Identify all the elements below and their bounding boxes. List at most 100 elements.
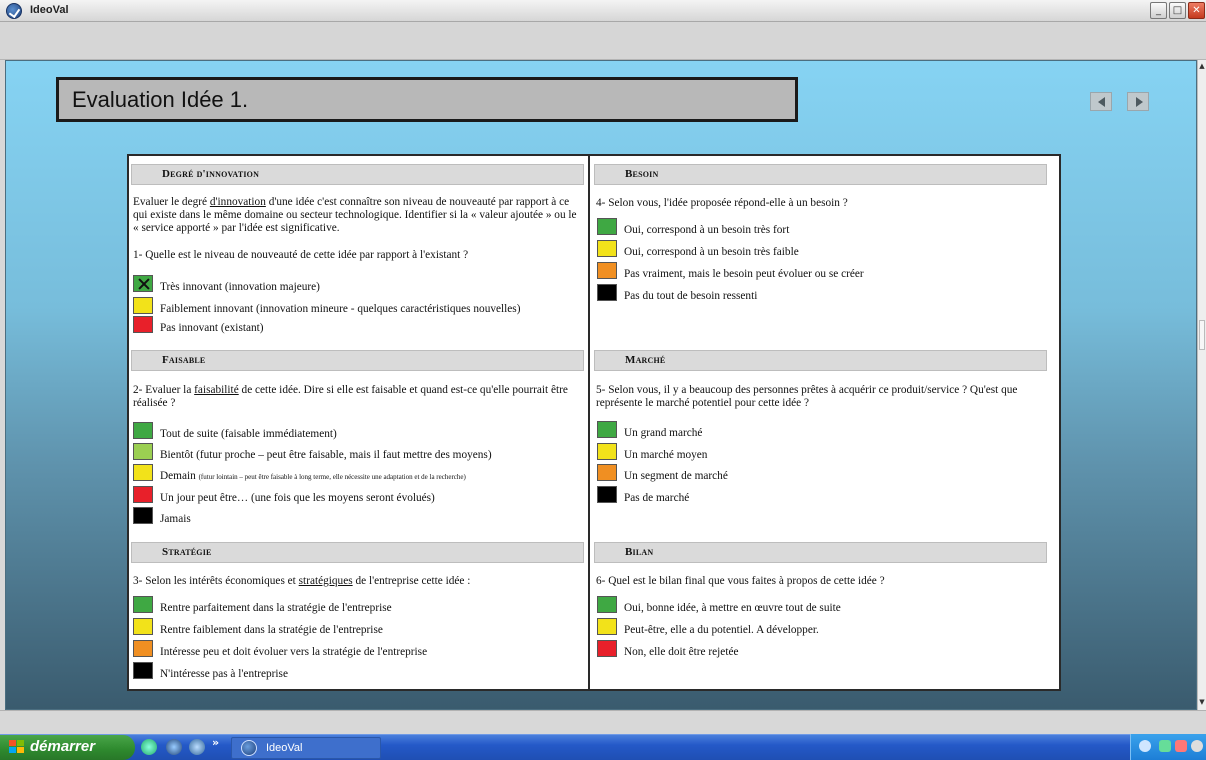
option-label: Un segment de marché [624, 470, 728, 482]
green-swatch[interactable] [597, 596, 617, 613]
option-label: N'intéresse pas à l'entreprise [160, 668, 288, 680]
question-5: 5- Selon vous, il y a beaucoup des perso… [596, 384, 1018, 409]
option-rejetee[interactable]: Non, elle doit être rejetée [597, 640, 1047, 660]
option-label: Oui, correspond à un besoin très fort [624, 224, 790, 236]
option-label: Pas de marché [624, 492, 690, 504]
lightgreen-swatch[interactable] [133, 443, 153, 460]
green-swatch[interactable] [597, 421, 617, 438]
option-label: Intéresse peu et doit évoluer vers la st… [160, 646, 428, 658]
option-segment-marche[interactable]: Un segment de marché [597, 464, 1047, 484]
section-header-innovation: Degré d'innovation [131, 164, 584, 185]
option-un-jour[interactable]: Un jour peut être… (une fois que les moy… [133, 486, 583, 506]
option-label: Rentre faiblement dans la stratégie de l… [160, 624, 383, 636]
green-swatch[interactable] [597, 218, 617, 235]
option-pas-de-besoin[interactable]: Pas du tout de besoin ressenti [597, 284, 1047, 304]
volume-icon[interactable] [1191, 740, 1203, 752]
option-label: Jamais [160, 513, 191, 525]
section-header-marche: Marché [594, 350, 1047, 371]
question-4: 4- Selon vous, l'idée proposée répond-el… [596, 197, 848, 209]
option-n-interesse-pas[interactable]: N'intéresse pas à l'entreprise [133, 662, 583, 682]
black-swatch[interactable] [597, 284, 617, 301]
option-label: Non, elle doit être rejetée [624, 646, 739, 658]
app-icon [6, 3, 22, 19]
option-label: Rentre parfaitement dans la stratégie de… [160, 602, 392, 614]
option-jamais[interactable]: Jamais [133, 507, 583, 527]
option-faiblement-innovant[interactable]: Faiblement innovant (innovation mineure … [133, 297, 583, 317]
black-swatch[interactable] [597, 486, 617, 503]
option-label: Tout de suite (faisable immédiatement) [160, 428, 337, 440]
network-icon[interactable] [1159, 740, 1171, 752]
black-swatch[interactable] [133, 662, 153, 679]
system-tray [1130, 734, 1206, 760]
option-grand-marche[interactable]: Un grand marché [597, 421, 1047, 441]
option-interesse-peu[interactable]: Intéresse peu et doit évoluer vers la st… [133, 640, 583, 660]
yellow-swatch[interactable] [133, 618, 153, 635]
quicklaunch-icon-1[interactable] [141, 739, 157, 755]
yellow-swatch[interactable] [597, 240, 617, 257]
orange-swatch[interactable] [133, 640, 153, 657]
scroll-thumb[interactable] [1199, 320, 1205, 350]
menu-strip [0, 22, 1206, 60]
option-besoin-tres-fort[interactable]: Oui, correspond à un besoin très fort [597, 218, 1047, 238]
minimize-button[interactable]: _ [1150, 2, 1167, 19]
option-label: Pas innovant (existant) [160, 322, 264, 334]
option-besoin-tres-faible[interactable]: Oui, correspond à un besoin très faible [597, 240, 1047, 260]
yellow-swatch[interactable] [133, 464, 153, 481]
green-swatch[interactable] [133, 596, 153, 613]
innovation-intro: Evaluer le degré d'innovation d'une idée… [133, 196, 583, 235]
next-page-button[interactable] [1127, 92, 1149, 111]
internet-explorer-icon[interactable] [166, 739, 182, 755]
ideoval-task-icon [241, 740, 257, 756]
option-bonne-idee[interactable]: Oui, bonne idée, à mettre en œuvre tout … [597, 596, 1047, 616]
section-header-besoin: Besoin [594, 164, 1047, 185]
option-pas-innovant[interactable]: Pas innovant (existant) [133, 316, 583, 336]
close-button[interactable]: ✕ [1188, 2, 1205, 19]
window-title: IdeoVal [30, 4, 69, 16]
checked-swatch-icon[interactable] [133, 275, 153, 292]
scroll-up-icon[interactable]: ▲ [1198, 60, 1206, 72]
option-pas-vraiment[interactable]: Pas vraiment, mais le besoin peut évolue… [597, 262, 1047, 282]
green-swatch[interactable] [133, 422, 153, 439]
option-label-small: (futur lointain – peut être faisable à l… [198, 473, 466, 481]
window-title-bar: IdeoVal _ □ ✕ [0, 0, 1206, 22]
orange-swatch[interactable] [597, 464, 617, 481]
section-header-faisable: Faisable [131, 350, 584, 371]
yellow-swatch[interactable] [133, 297, 153, 314]
question-3: 3- Selon les intérêts économiques et str… [133, 575, 583, 588]
red-swatch[interactable] [133, 316, 153, 333]
option-demain[interactable]: Demain (futur lointain – peut être faisa… [133, 464, 583, 484]
innovation-link[interactable]: d'innovation [210, 196, 266, 208]
option-label-main: Demain [160, 470, 196, 482]
option-label: Peut-être, elle a du potentiel. A dévelo… [624, 624, 819, 636]
option-label: Pas vraiment, mais le besoin peut évolue… [624, 268, 864, 280]
alert-icon[interactable] [1175, 740, 1187, 752]
red-swatch[interactable] [597, 640, 617, 657]
yellow-swatch[interactable] [597, 443, 617, 460]
maximize-button[interactable]: □ [1169, 2, 1186, 19]
option-peut-etre[interactable]: Peut-être, elle a du potentiel. A dévelo… [597, 618, 1047, 638]
question-1: 1- Quelle est le niveau de nouveauté de … [133, 249, 469, 261]
option-rentre-parfaitement[interactable]: Rentre parfaitement dans la stratégie de… [133, 596, 583, 616]
quicklaunch-icon-3[interactable] [189, 739, 205, 755]
question-6: 6- Quel est le bilan final que vous fait… [596, 575, 885, 587]
back-arrow-icon[interactable] [1139, 740, 1151, 752]
vertical-scrollbar[interactable]: ▲ ▼ [1197, 60, 1206, 710]
yellow-swatch[interactable] [597, 618, 617, 635]
faisabilite-link[interactable]: faisabilité [194, 384, 239, 396]
orange-swatch[interactable] [597, 262, 617, 279]
option-bientot[interactable]: Bientôt (futur proche – peut être faisab… [133, 443, 583, 463]
option-marche-moyen[interactable]: Un marché moyen [597, 443, 1047, 463]
option-tout-de-suite[interactable]: Tout de suite (faisable immédiatement) [133, 422, 583, 442]
quicklaunch-more-icon[interactable]: » [212, 736, 219, 749]
page-title: Evaluation Idée 1. [56, 77, 798, 122]
option-tres-innovant[interactable]: Très innovant (innovation majeure) [133, 275, 583, 295]
option-rentre-faiblement[interactable]: Rentre faiblement dans la stratégie de l… [133, 618, 583, 638]
option-pas-de-marche[interactable]: Pas de marché [597, 486, 1047, 506]
scroll-down-icon[interactable]: ▼ [1198, 696, 1206, 708]
previous-page-button[interactable] [1090, 92, 1112, 111]
windows-logo-icon [9, 740, 24, 754]
option-label: Très innovant (innovation majeure) [160, 281, 320, 293]
strategiques-link[interactable]: stratégiques [299, 575, 353, 587]
red-swatch[interactable] [133, 486, 153, 503]
black-swatch[interactable] [133, 507, 153, 524]
